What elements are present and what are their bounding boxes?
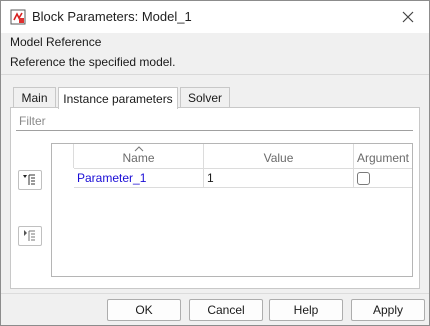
row-header-spacer — [52, 144, 74, 168]
tree-expand-icon — [23, 174, 35, 185]
close-icon[interactable] — [395, 5, 421, 29]
expand-tree-button[interactable] — [18, 170, 42, 190]
tab-main[interactable]: Main — [13, 87, 56, 108]
sort-ascending-icon — [134, 146, 144, 152]
column-header-argument[interactable]: Argument — [354, 144, 412, 168]
section-description: Reference the specified model. — [10, 55, 176, 69]
simulink-block-icon — [10, 9, 26, 25]
section-title: Model Reference — [10, 35, 102, 49]
column-header-value[interactable]: Value — [204, 144, 354, 168]
tree-collapse-icon — [24, 230, 35, 241]
window-title: Block Parameters: Model_1 — [32, 9, 192, 24]
ok-button[interactable]: OK — [107, 299, 181, 321]
apply-button[interactable]: Apply — [351, 299, 425, 321]
help-button[interactable]: Help — [269, 299, 343, 321]
parameter-value-cell[interactable]: 1 — [204, 169, 354, 187]
collapse-tree-button[interactable] — [18, 226, 42, 246]
table-row[interactable]: Parameter_1 1 — [74, 168, 412, 188]
column-header-name[interactable]: Name — [74, 144, 204, 168]
argument-cell — [354, 169, 412, 187]
parameter-name-cell[interactable]: Parameter_1 — [74, 169, 204, 187]
argument-checkbox[interactable] — [357, 171, 370, 185]
block-parameters-dialog: Block Parameters: Model_1 Model Referenc… — [0, 0, 430, 326]
filter-input[interactable] — [16, 111, 413, 131]
parameters-table: Name Value Argument Parameter_1 1 — [51, 143, 413, 277]
tab-solver[interactable]: Solver — [180, 87, 230, 108]
tab-instance-parameters[interactable]: Instance parameters — [58, 87, 178, 109]
cancel-button[interactable]: Cancel — [189, 299, 263, 321]
header-separator — [1, 74, 429, 75]
title-bar: Block Parameters: Model_1 — [1, 1, 429, 33]
